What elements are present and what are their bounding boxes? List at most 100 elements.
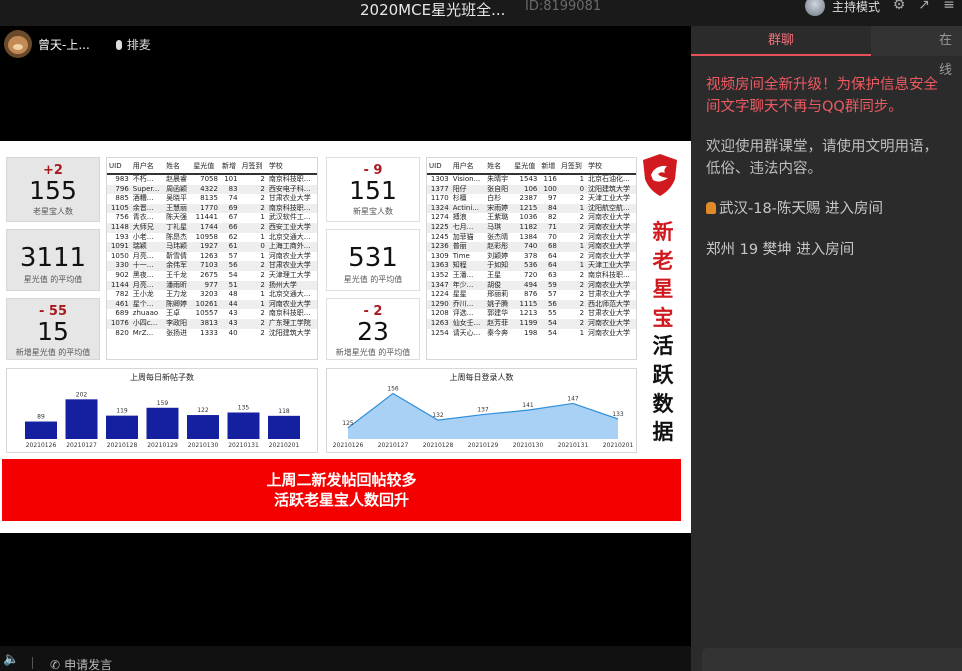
bar — [187, 415, 219, 439]
menu-icon[interactable]: ≡ — [941, 0, 957, 13]
column-header[interactable]: 姓名 — [164, 158, 192, 175]
table-cell: 782 — [115, 290, 129, 299]
table-cell: 10261 — [191, 299, 220, 310]
room-title: 2020MCE星光班全... — [360, 1, 506, 19]
title-char: 新 — [652, 220, 674, 244]
table-cell: 月亮... — [130, 280, 165, 291]
posts-bar-chart: 89 20210126 202 20210127 119 20210128 159 20210… — [25, 391, 300, 449]
table-cell: 62 — [228, 232, 238, 241]
table-cell: 1245 — [430, 232, 449, 241]
table-cell: 王卓 — [166, 309, 181, 318]
apply-speak-button[interactable]: ✆ 申请发言 — [50, 656, 112, 671]
table-row: 1303 Vision... 朱晴宇 1543 116 1 北京石油化... — [427, 174, 636, 185]
table-cell: 54 — [228, 270, 238, 279]
table-cell: 丁礼星 — [164, 222, 192, 233]
column-header[interactable]: UID — [427, 158, 451, 175]
table-cell: 请天心... — [452, 328, 481, 337]
kpi-new-count: - 9 151 新星宝人数 — [326, 157, 420, 222]
table-cell: 甘肃农业大学 — [588, 309, 631, 318]
table-cell: 陈卿婷 — [164, 299, 192, 310]
column-header[interactable]: 月签到 — [558, 158, 587, 175]
table-cell: 1148 — [107, 222, 131, 233]
table-cell: 461 — [107, 299, 131, 310]
column-header[interactable]: 新增 — [219, 158, 240, 175]
column-header[interactable]: 用户名 — [130, 158, 165, 175]
bar — [227, 412, 260, 439]
table-cell: 1363 — [427, 261, 451, 271]
table-row: 902 黑夜... 王千龙 2675 54 2 天津理工大学 — [107, 271, 317, 281]
table-cell: 876 — [523, 290, 538, 299]
table-cell: 1215 — [512, 203, 540, 214]
column-header[interactable]: 星光值 — [191, 158, 220, 175]
tick-label: 20210130 — [188, 442, 219, 449]
table-cell: 740 — [512, 242, 540, 252]
speaker-icon[interactable]: 🔈 — [3, 653, 19, 666]
table-cell: 普丽 — [450, 242, 486, 252]
table-cell: 胡俊 — [485, 280, 513, 291]
table-cell: 68 — [539, 242, 559, 252]
table-cell: 南京科技职... — [268, 309, 311, 318]
table-cell: 67 — [228, 213, 238, 222]
settings-icon[interactable]: ⚙ — [891, 0, 907, 13]
column-header[interactable]: 姓名 — [485, 158, 513, 175]
table-row: 1290 乔川... 姚子腾 1115 56 2 西北师范大学 — [427, 299, 636, 310]
kpi-label: 星光值 的平均值 — [343, 275, 403, 284]
table-cell: 1 — [239, 299, 267, 310]
table-cell: 河南农业大学 — [586, 318, 636, 329]
column-header[interactable]: UID — [107, 158, 131, 175]
table-cell: 983 — [115, 175, 129, 183]
table-cell: 马玮颖 — [164, 242, 192, 252]
table-cell: 378 — [523, 251, 538, 260]
table-row: 1076 小四c... 李政阳 3813 43 2 广东理工学院 — [107, 318, 317, 329]
data-label: 118 — [278, 408, 290, 415]
title-char: 宝 — [652, 305, 674, 330]
column-header[interactable]: 新增 — [539, 158, 559, 175]
table-cell: 余晋... — [130, 203, 165, 214]
chat-input[interactable] — [702, 648, 962, 671]
table-cell: 2 — [239, 280, 267, 291]
tick-label: 20210130 — [513, 442, 544, 449]
table-cell: 55 — [547, 309, 557, 318]
host-mode-label[interactable]: 主持模式 — [832, 0, 880, 15]
tab-group-chat[interactable]: 群聊 — [691, 26, 871, 56]
msi-shield-logo — [643, 154, 677, 196]
logins-area-chart: 125 20210126 156 20210127 132 20210128 137 2021… — [333, 385, 634, 449]
table-cell: 64 — [547, 251, 557, 260]
data-label: 119 — [116, 408, 128, 415]
table-cell: 西安工业大学 — [266, 222, 317, 233]
kpi-label: 新星宝人数 — [353, 207, 393, 216]
bar — [25, 421, 57, 439]
table-cell: 193 — [115, 232, 129, 241]
table-cell: 1144 — [107, 280, 131, 291]
presenter-avatar[interactable] — [4, 30, 32, 58]
banner-line: 上周二新发帖回帖较多 — [266, 471, 417, 489]
table-cell: 星星 — [452, 290, 467, 299]
old-users-table[interactable]: UID 用户名 姓名 星光值 新增 月签到 学校 983 不朽... 赵晨睿 7058 101 2 南京… — [106, 157, 318, 360]
table-cell: Vision... — [452, 175, 481, 183]
host-avatar[interactable] — [805, 0, 825, 16]
column-header[interactable]: 星光值 — [512, 158, 540, 175]
table-cell: 2 — [239, 184, 267, 195]
table-cell: 1050 — [110, 251, 129, 260]
table-cell: 64 — [539, 261, 559, 271]
table-cell: 2 — [239, 222, 267, 233]
table-cell: 河南农业大学 — [588, 213, 631, 222]
table-cell: 于如知 — [485, 261, 513, 271]
table-cell: 王千龙 — [166, 270, 188, 279]
data-label: 156 — [387, 385, 399, 392]
table-cell: 2 — [579, 290, 585, 299]
column-header[interactable]: 学校 — [266, 158, 317, 175]
column-header[interactable]: 用户名 — [450, 158, 486, 175]
tick-label: 20210127 — [66, 442, 97, 449]
tab-online[interactable]: 在线 — [871, 26, 962, 78]
table-cell: 2 — [579, 270, 585, 279]
mic-queue-button[interactable]: 排麦 — [115, 36, 151, 53]
column-header[interactable]: 月签到 — [239, 158, 267, 175]
share-icon[interactable]: ↗ — [916, 0, 932, 13]
tick-label: 20210127 — [378, 442, 409, 449]
column-header[interactable]: 学校 — [586, 158, 636, 175]
table-cell: 536 — [512, 261, 540, 271]
table-row: 1050 月亮... 靳雪倩 1263 57 1 河南农业大学 — [107, 252, 317, 262]
kpi-new-new-avg: - 2 23 新增星光值 的平均值 — [326, 298, 420, 360]
new-users-table[interactable]: UID 用户名 姓名 星光值 新增 月签到 学校 1303 Vision... 朱晴宇 1543 1… — [426, 157, 637, 360]
